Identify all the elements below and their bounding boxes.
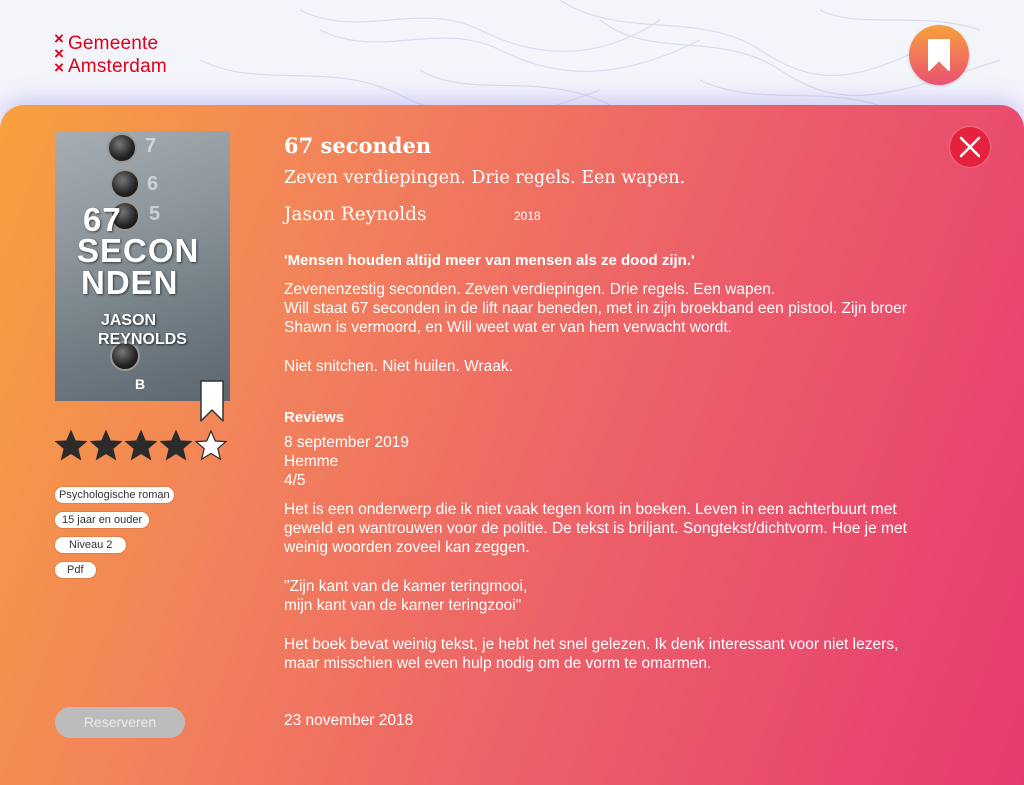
logo-line-amsterdam: Amsterdam bbox=[67, 56, 167, 77]
reviews-heading: Reviews bbox=[284, 409, 345, 426]
description-paragraph: Niet snitchen. Niet huilen. Wraak. bbox=[284, 358, 513, 375]
author-row: Jason Reynolds 2018 bbox=[284, 205, 934, 226]
review-meta: 8 september 2019 Hemme 4/5 bbox=[284, 433, 934, 490]
review-date: 8 september 2019 bbox=[284, 434, 409, 451]
tag-list: Psychologische roman 15 jaar en ouder Ni… bbox=[55, 485, 174, 585]
logo-text: Gemeente Amsterdam bbox=[68, 32, 167, 78]
book-cover-image: 7 6 5 67 SECON NDEN JASON REYNOLDS B bbox=[55, 131, 230, 401]
review-body: Het is een onderwerp die ik niet vaak te… bbox=[284, 500, 934, 673]
review-lyric-line: "Zijn kant van de kamer teringmooi, bbox=[284, 578, 528, 595]
cross-mark: × bbox=[54, 58, 64, 77]
description-paragraph: Will staat 67 seconden in de lift naar b… bbox=[284, 300, 907, 336]
tag-format[interactable]: Pdf bbox=[55, 562, 96, 578]
publication-year: 2018 bbox=[514, 209, 541, 223]
tag-genre[interactable]: Psychologische roman bbox=[55, 487, 174, 503]
book-details: 67 seconden Zeven verdiepingen. Drie reg… bbox=[284, 132, 934, 730]
add-to-favorites-bookmark-icon[interactable] bbox=[200, 380, 224, 422]
review-date: 23 november 2018 bbox=[284, 712, 414, 729]
book-quote: 'Mensen houden altijd meer van mensen al… bbox=[284, 252, 695, 269]
logo-line-gemeente: Gemeente bbox=[67, 33, 159, 54]
andreas-crosses-icon: × × × bbox=[54, 30, 64, 77]
star-filled-icon bbox=[55, 430, 87, 461]
review-author: Hemme bbox=[284, 453, 339, 470]
elevator-button-graphic bbox=[110, 169, 140, 199]
review-lyric-line: mijn kant van de kamer teringzooi" bbox=[284, 597, 522, 614]
cover-title-nden: NDEN bbox=[81, 264, 179, 301]
tag-age[interactable]: 15 jaar en ouder bbox=[55, 512, 150, 528]
favorites-button[interactable] bbox=[909, 25, 969, 85]
close-icon bbox=[959, 136, 981, 158]
bookmark-icon bbox=[928, 39, 950, 71]
gemeente-amsterdam-logo: × × × Gemeente Amsterdam bbox=[54, 30, 167, 78]
elevator-button-graphic bbox=[107, 133, 137, 163]
reserve-button[interactable]: Reserveren bbox=[55, 707, 185, 738]
cover-author-jason: JASON bbox=[100, 312, 157, 329]
close-button[interactable] bbox=[949, 126, 991, 168]
star-empty-icon bbox=[195, 430, 227, 461]
cover-author-reynolds: REYNOLDS bbox=[98, 331, 187, 348]
book-title: 67 seconden bbox=[284, 133, 432, 158]
star-filled-icon bbox=[160, 430, 192, 461]
cover-title-seco: SECON bbox=[77, 232, 200, 269]
review-score: 4/5 bbox=[284, 472, 306, 489]
book-description: Zevenenzestig seconden. Zeven verdieping… bbox=[284, 280, 934, 376]
book-author[interactable]: Jason Reynolds bbox=[284, 205, 514, 224]
star-filled-icon bbox=[90, 430, 122, 461]
review-paragraph: Het boek bevat weinig tekst, je hebt het… bbox=[284, 636, 899, 672]
book-subtitle: Zeven verdiepingen. Drie regels. Een wap… bbox=[284, 168, 686, 188]
publisher-mark: B bbox=[135, 376, 146, 392]
star-rating bbox=[55, 430, 227, 461]
review-paragraph: Het is een onderwerp die ik niet vaak te… bbox=[284, 501, 907, 556]
star-filled-icon bbox=[125, 430, 157, 461]
tag-level[interactable]: Niveau 2 bbox=[55, 537, 127, 553]
description-paragraph: Zevenenzestig seconden. Zeven verdieping… bbox=[284, 281, 776, 298]
